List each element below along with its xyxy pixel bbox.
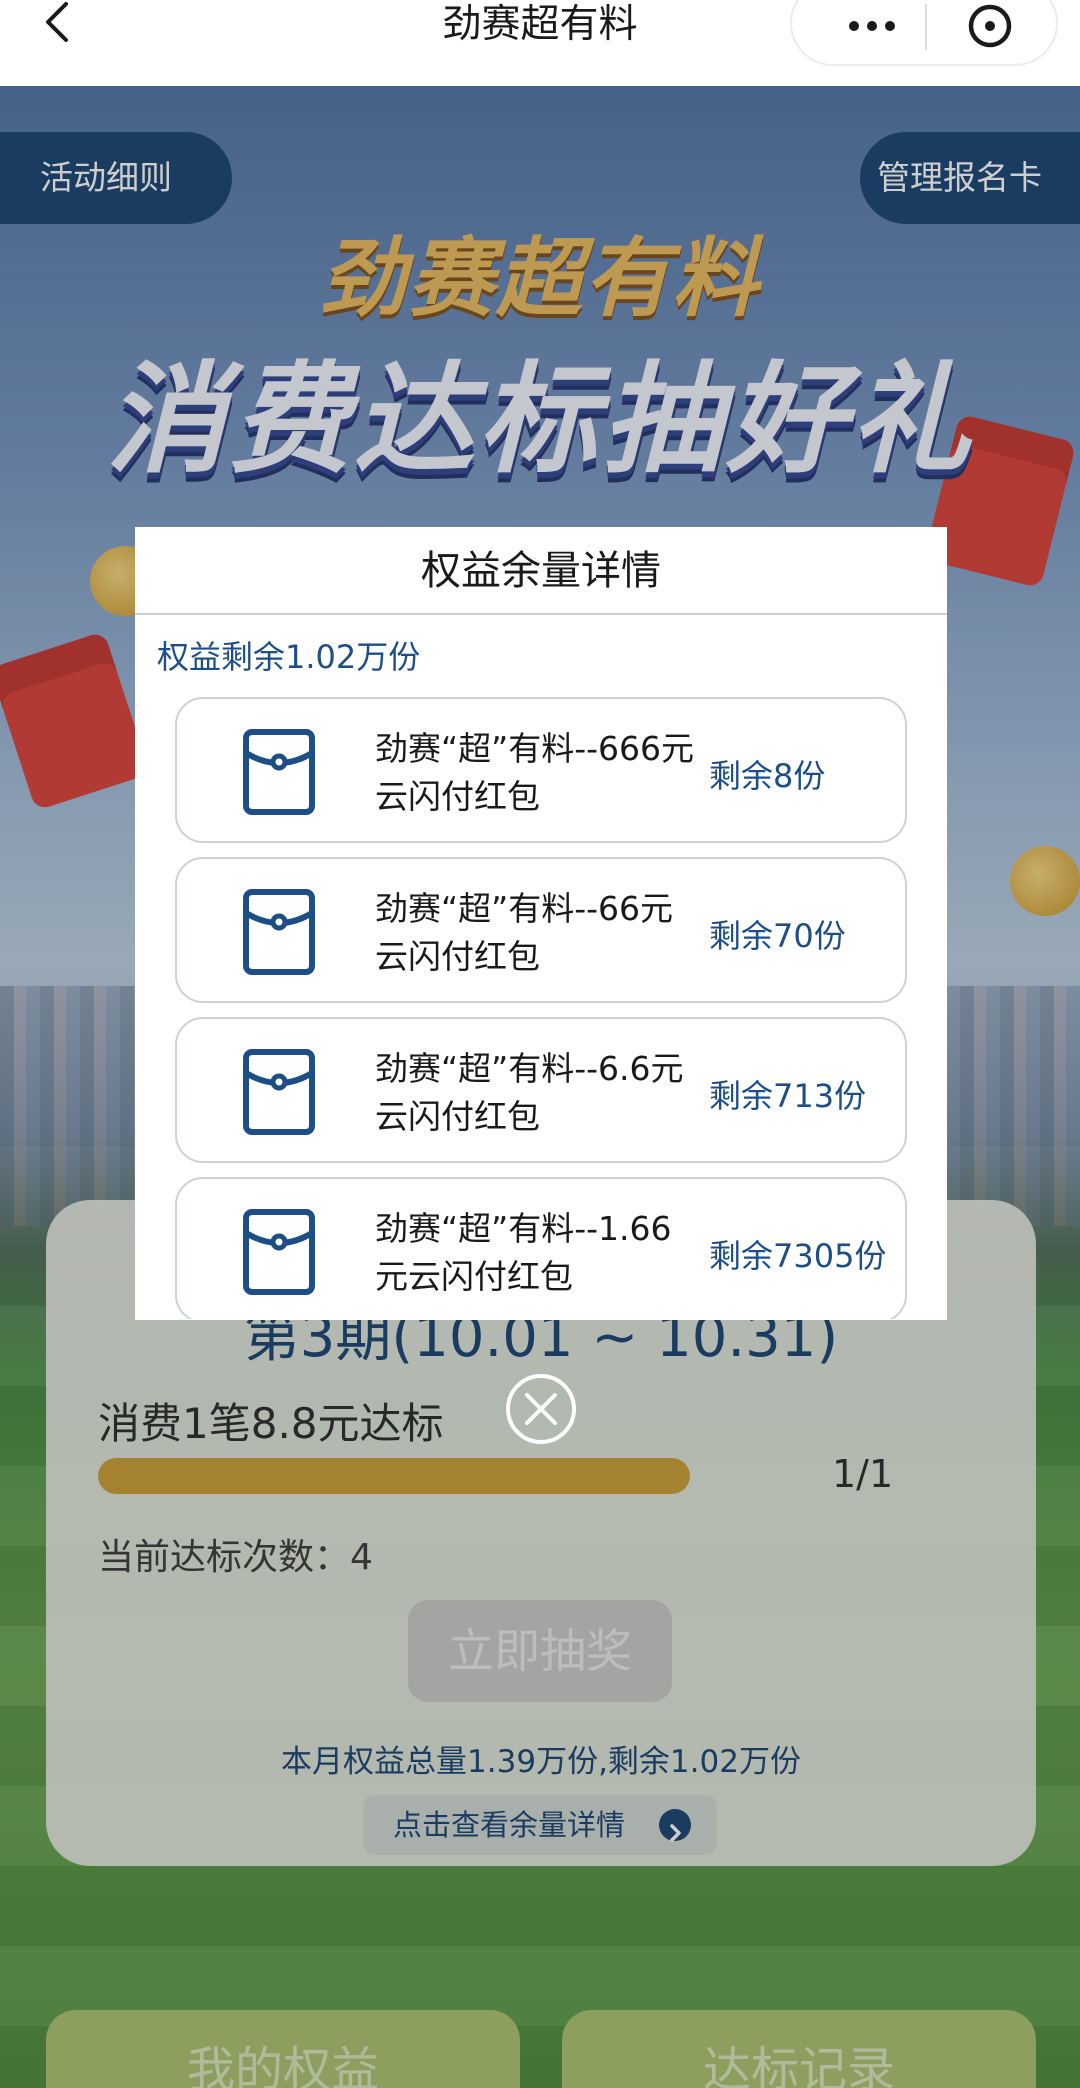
reward-item: 劲赛“超”有料--666元云闪付红包 剩余8份 <box>175 697 907 843</box>
modal-remaining-total: 权益剩余1.02万份 <box>157 638 421 676</box>
reward-remaining: 剩余8份 <box>709 757 826 795</box>
more-dots-icon <box>885 21 895 31</box>
reward-name: 劲赛“超”有料--1.66元云闪付红包 <box>375 1209 672 1296</box>
reward-list[interactable]: 劲赛“超”有料--666元云闪付红包 剩余8份 劲赛“超”有料--66元云闪付红… <box>175 697 907 1319</box>
reward-item: 劲赛“超”有料--1.66元云闪付红包 剩余7305份 <box>175 1177 907 1319</box>
more-dots-icon <box>867 21 877 31</box>
close-circle-icon <box>967 4 1013 53</box>
modal-title: 权益余量详情 <box>135 527 947 615</box>
red-envelope-icon <box>243 1209 315 1295</box>
remaining-detail-modal: 权益余量详情 权益剩余1.02万份 劲赛“超”有料--666元云闪付红包 剩余8… <box>135 527 947 1320</box>
close-mini-program-button[interactable] <box>967 3 1013 49</box>
reward-name: 劲赛“超”有料--666元云闪付红包 <box>375 729 694 816</box>
reward-remaining: 剩余7305份 <box>709 1237 887 1275</box>
reward-item: 劲赛“超”有料--6.6元云闪付红包 剩余713份 <box>175 1017 907 1163</box>
reward-name: 劲赛“超”有料--6.6元云闪付红包 <box>375 1049 684 1136</box>
red-envelope-icon <box>243 729 315 815</box>
modal-close-button[interactable] <box>504 1372 578 1446</box>
close-circle-icon <box>504 1374 578 1450</box>
mini-program-capsule <box>790 0 1058 66</box>
reward-remaining: 剩余713份 <box>709 1077 867 1115</box>
reward-name: 劲赛“超”有料--66元云闪付红包 <box>375 889 673 976</box>
reward-remaining: 剩余70份 <box>709 917 846 955</box>
capsule-divider <box>925 4 927 50</box>
top-nav-bar: 劲赛超有料 <box>0 0 1080 86</box>
more-button[interactable] <box>832 6 912 46</box>
red-envelope-icon <box>243 889 315 975</box>
more-dots-icon <box>849 21 859 31</box>
reward-item: 劲赛“超”有料--66元云闪付红包 剩余70份 <box>175 857 907 1003</box>
red-envelope-icon <box>243 1049 315 1135</box>
